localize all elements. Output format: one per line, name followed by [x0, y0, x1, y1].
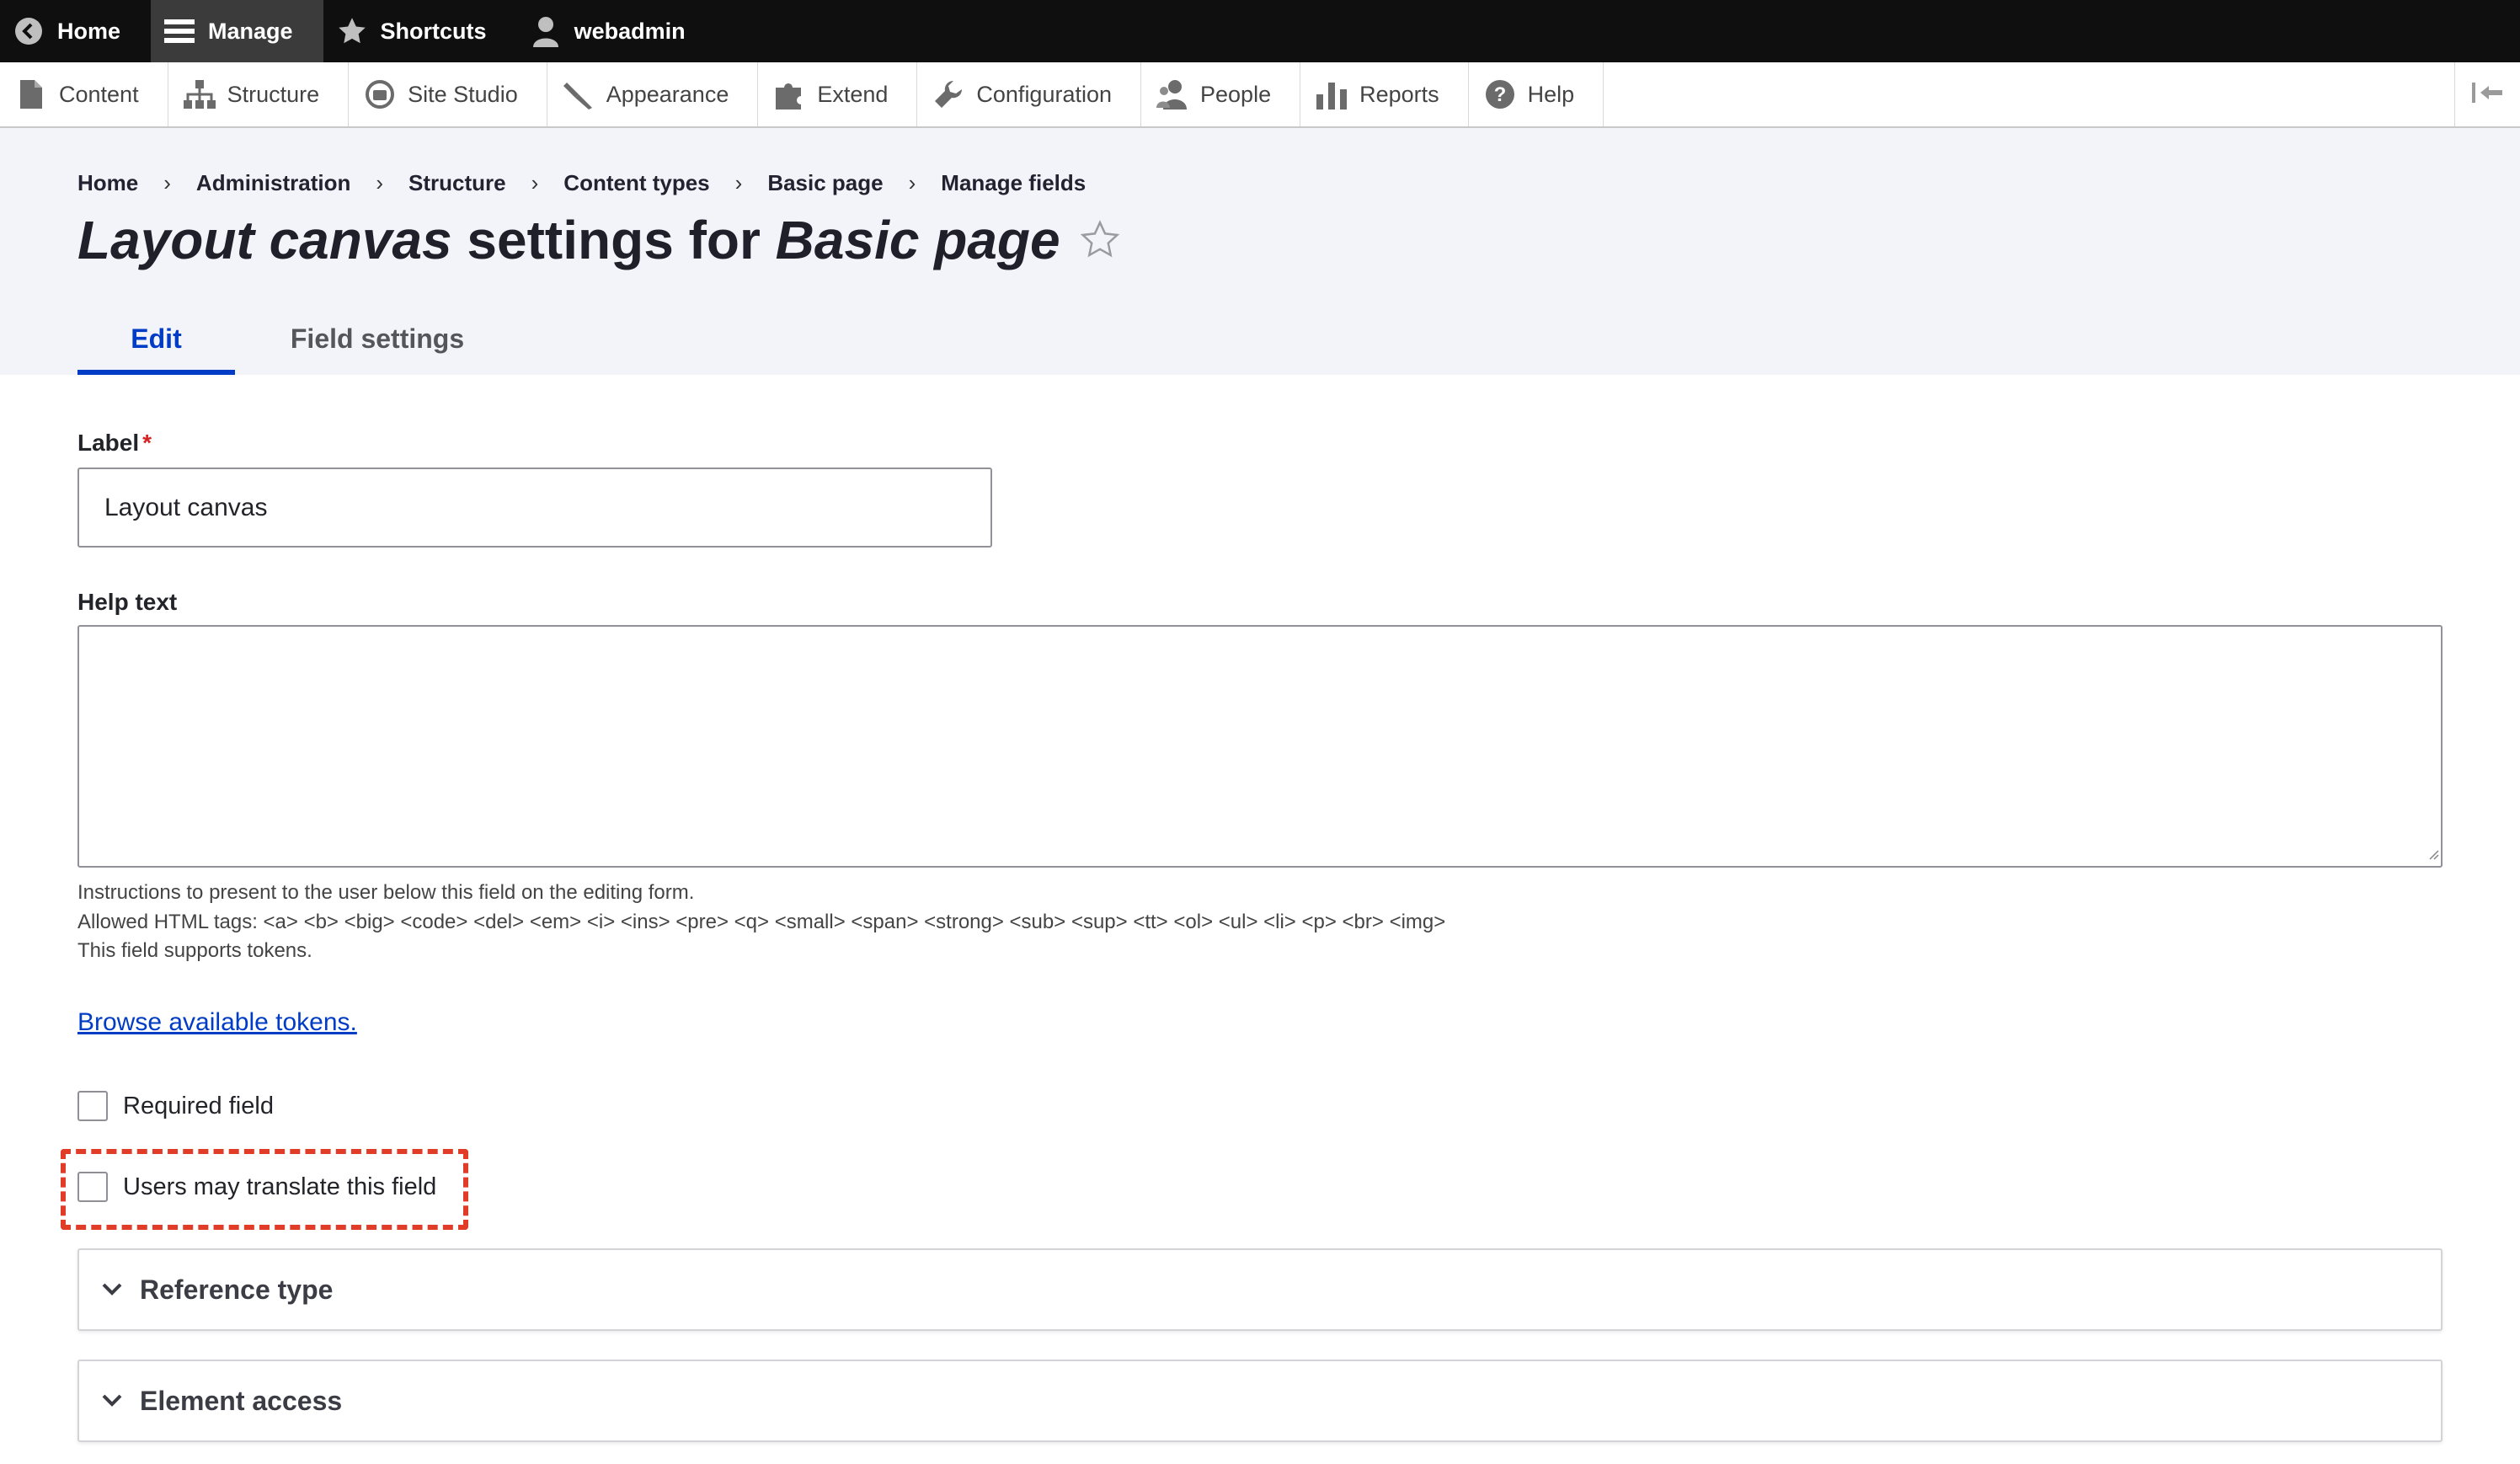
primary-tabs: Edit Field settings	[77, 303, 520, 375]
tray-item-content-label: Content	[59, 81, 139, 107]
tray-item-appearance[interactable]: Appearance	[547, 62, 759, 126]
translatable-label[interactable]: Users may translate this field	[123, 1173, 436, 1201]
toolbar-shortcuts[interactable]: Shortcuts	[323, 0, 517, 62]
label-input[interactable]: Layout canvas	[77, 468, 992, 548]
tray-item-configuration[interactable]: Configuration	[917, 62, 1142, 126]
element-access-summary: Element access	[140, 1385, 343, 1416]
back-circle-icon	[13, 16, 44, 46]
toolbar-user-label: webadmin	[574, 18, 686, 44]
label-field-label-text: Label	[77, 430, 140, 456]
page-title-middle: settings for	[451, 210, 776, 270]
hamburger-icon	[164, 16, 195, 46]
breadcrumb-manage-fields[interactable]: Manage fields	[941, 170, 1086, 196]
breadcrumb-structure[interactable]: Structure	[408, 170, 506, 196]
tray-item-configuration-label: Configuration	[976, 81, 1113, 107]
paintbrush-icon	[563, 78, 595, 110]
tray-item-help[interactable]: ? Help	[1469, 62, 1604, 126]
help-description-line: Instructions to present to the user belo…	[77, 881, 695, 904]
required-marker: *	[142, 430, 152, 456]
breadcrumb-separator: ›	[163, 170, 171, 195]
translatable-row: Users may translate this field	[77, 1172, 436, 1202]
site-studio-icon	[364, 78, 396, 110]
help-text-label: Help text	[77, 589, 178, 615]
tray-item-appearance-label: Appearance	[606, 81, 729, 107]
toolbar-home-label: Home	[57, 18, 121, 44]
reference-type-details[interactable]: Reference type	[77, 1248, 2443, 1331]
breadcrumb-separator: ›	[376, 170, 384, 195]
page-title: Layout canvas settings for Basic page	[77, 209, 1121, 271]
breadcrumb-administration[interactable]: Administration	[196, 170, 350, 196]
tray-item-reports[interactable]: Reports	[1300, 62, 1469, 126]
required-field-row: Required field	[77, 1091, 274, 1121]
label-input-value: Layout canvas	[104, 493, 268, 521]
chevron-down-icon	[101, 1393, 123, 1408]
sitemap-icon	[183, 78, 216, 110]
people-icon	[1156, 78, 1188, 110]
tray-item-content[interactable]: Content	[0, 62, 168, 126]
help-icon: ?	[1484, 78, 1516, 110]
star-icon	[337, 16, 367, 46]
puzzle-icon	[773, 78, 805, 110]
tab-field-settings[interactable]: Field settings	[235, 303, 520, 375]
svg-text:?: ?	[1493, 83, 1506, 106]
page-title-bundle: Basic page	[775, 210, 1060, 270]
reference-type-summary: Reference type	[140, 1274, 334, 1305]
toolbar-home[interactable]: Home	[0, 0, 151, 62]
help-description-line: This field supports tokens.	[77, 939, 312, 962]
browse-tokens-link[interactable]: Browse available tokens.	[77, 1008, 357, 1037]
resize-grip-icon[interactable]	[2426, 847, 2439, 864]
collapse-left-icon	[2471, 81, 2504, 109]
wrench-icon	[932, 78, 964, 110]
document-icon	[15, 78, 47, 110]
tray-item-people-label: People	[1200, 81, 1272, 107]
toolbar-manage[interactable]: Manage	[151, 0, 323, 62]
user-icon	[531, 16, 561, 47]
breadcrumb: Home › Administration › Structure › Cont…	[77, 170, 1086, 196]
label-field-label: Label *	[77, 430, 152, 457]
required-field-label[interactable]: Required field	[123, 1093, 274, 1120]
help-text-textarea[interactable]	[77, 625, 2443, 868]
shortcut-star-icon[interactable]	[1079, 219, 1121, 261]
tray-item-extend[interactable]: Extend	[758, 62, 918, 126]
tray-item-help-label: Help	[1527, 81, 1575, 107]
required-field-checkbox[interactable]	[77, 1091, 108, 1121]
breadcrumb-separator: ›	[734, 170, 743, 195]
help-text-description: Instructions to present to the user belo…	[77, 879, 1445, 966]
tray-item-structure-label: Structure	[227, 81, 320, 107]
breadcrumb-separator: ›	[908, 170, 916, 195]
tray-item-extend-label: Extend	[817, 81, 889, 107]
chevron-down-icon	[101, 1282, 123, 1297]
tray-item-site-studio-label: Site Studio	[408, 81, 518, 107]
tray-item-people[interactable]: People	[1141, 62, 1301, 126]
tray-item-structure[interactable]: Structure	[168, 62, 350, 126]
breadcrumb-separator: ›	[531, 170, 539, 195]
toolbar-shortcuts-label: Shortcuts	[380, 18, 487, 44]
help-description-line: Allowed HTML tags: <a> <b> <big> <code> …	[77, 910, 1446, 933]
toolbar-manage-label: Manage	[208, 18, 293, 44]
bar-chart-icon	[1316, 78, 1348, 110]
admin-tray: Content Structure Site Studio Appearance…	[0, 62, 2520, 128]
translatable-checkbox[interactable]	[77, 1172, 108, 1202]
element-access-details[interactable]: Element access	[77, 1360, 2443, 1442]
breadcrumb-basic-page[interactable]: Basic page	[767, 170, 883, 196]
page-title-field-name: Layout canvas	[77, 210, 452, 270]
breadcrumb-content-types[interactable]: Content types	[563, 170, 709, 196]
tab-edit[interactable]: Edit	[77, 303, 235, 375]
admin-toolbar: Home Manage Shortcuts webadmin	[0, 0, 2520, 62]
tray-item-reports-label: Reports	[1359, 81, 1439, 107]
page-header: Home › Administration › Structure › Cont…	[0, 128, 2520, 375]
breadcrumb-home[interactable]: Home	[77, 170, 138, 196]
tray-item-site-studio[interactable]: Site Studio	[349, 62, 547, 126]
tray-orientation-toggle[interactable]	[2454, 62, 2520, 126]
toolbar-user[interactable]: webadmin	[517, 0, 716, 62]
